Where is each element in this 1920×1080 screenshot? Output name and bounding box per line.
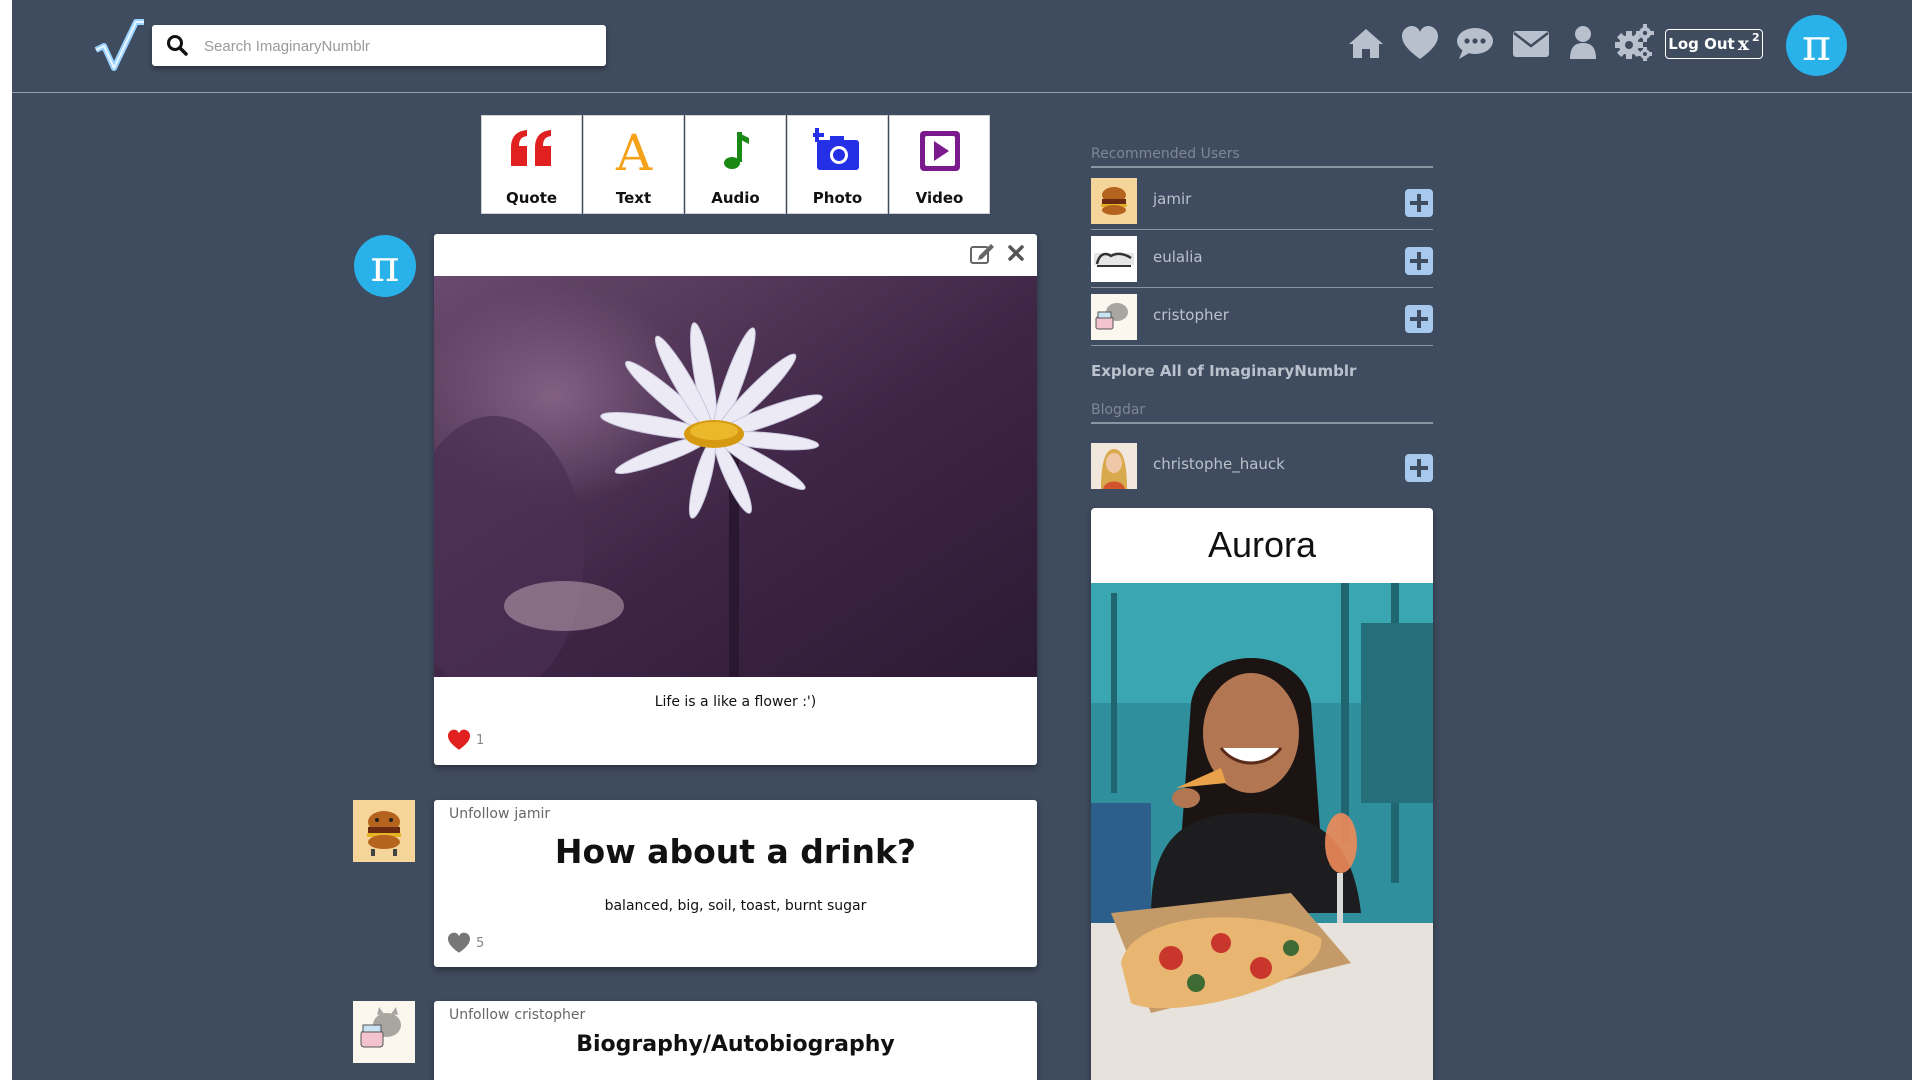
sqrt-logo-icon[interactable] <box>92 18 148 74</box>
christophe-hauck-avatar[interactable] <box>1091 443 1137 489</box>
logout-exponent: 2 <box>1752 30 1760 44</box>
woman-pizza-photo <box>1091 583 1433 1080</box>
like-count: 1 <box>476 732 485 748</box>
cristopher-avatar[interactable] <box>1091 294 1137 340</box>
heart-icon[interactable] <box>1400 23 1440 63</box>
recommended-username[interactable]: eulalia <box>1153 248 1203 266</box>
top-header: Log Out x2 π <box>12 0 1912 93</box>
logout-button[interactable]: Log Out x2 <box>1665 29 1763 59</box>
chat-icon[interactable] <box>1455 23 1495 63</box>
post-caption: Life is a like a flower :') <box>654 694 817 710</box>
music-note-icon <box>723 132 749 169</box>
follow-plus-icon[interactable] <box>1405 454 1433 482</box>
recommended-user-row[interactable]: cristopher <box>1091 288 1433 346</box>
video-play-icon <box>919 131 960 171</box>
quote-icon <box>510 130 551 166</box>
logout-label: Log Out <box>1668 35 1735 53</box>
blogdar-username[interactable]: christophe_hauck <box>1153 455 1285 473</box>
camera-icon <box>812 128 859 170</box>
jamir-avatar[interactable] <box>353 800 415 862</box>
explore-all-link[interactable]: Explore All of ImaginaryNumblr <box>1091 362 1356 380</box>
recommended-user-row[interactable]: eulalia <box>1091 230 1433 288</box>
audio-post-button[interactable]: Audio <box>685 115 786 214</box>
recommended-username[interactable]: cristopher <box>1153 306 1229 324</box>
post-username: jamir <box>514 806 551 822</box>
text-post: Unfollow cristopher Biography/Autobiograp… <box>434 1001 1037 1080</box>
heart-icon[interactable] <box>446 729 472 751</box>
post-title: How about a drink? <box>554 832 917 871</box>
logout-symbol: x <box>1737 33 1750 55</box>
unfollow-label: Unfollow <box>449 806 510 822</box>
unfollow-link[interactable]: Unfollow jamir <box>449 806 550 822</box>
eulalia-avatar[interactable] <box>1091 236 1137 282</box>
search-bar[interactable] <box>152 25 606 66</box>
follow-plus-icon[interactable] <box>1405 305 1433 333</box>
home-icon[interactable] <box>1346 23 1386 63</box>
featured-blog-card[interactable]: Aurora <box>1091 508 1433 1080</box>
post-author-avatar[interactable]: π <box>354 235 416 297</box>
like-count: 5 <box>476 935 485 951</box>
like-control[interactable]: 5 <box>446 932 484 954</box>
avatar-symbol: π <box>370 240 400 292</box>
daisy-photo <box>434 276 1037 677</box>
quote-label: Quote <box>505 189 558 207</box>
close-icon[interactable] <box>1007 244 1025 262</box>
post-title: Biography/Autobiography <box>576 1032 895 1057</box>
video-label: Video <box>915 189 964 207</box>
video-post-button[interactable]: Video <box>889 115 990 214</box>
cristopher-avatar[interactable] <box>353 1001 415 1063</box>
post-username: cristopher <box>514 1007 586 1023</box>
text-post: Unfollow jamir How about a drink? balance… <box>434 800 1037 967</box>
search-input[interactable] <box>202 33 596 59</box>
edit-icon[interactable] <box>969 242 995 266</box>
blogdar-heading: Blogdar <box>1091 402 1433 424</box>
recommended-username[interactable]: jamir <box>1153 190 1191 208</box>
heart-icon[interactable] <box>446 932 472 954</box>
text-label: Text <box>615 189 652 207</box>
unfollow-link[interactable]: Unfollow cristopher <box>449 1007 585 1023</box>
follow-plus-icon[interactable] <box>1405 247 1433 275</box>
quote-post-button[interactable]: Quote <box>481 115 582 214</box>
app-window: Log Out x2 π Quote A Text <box>12 0 1912 1080</box>
follow-plus-icon[interactable] <box>1405 189 1433 217</box>
user-icon[interactable] <box>1563 23 1603 63</box>
text-post-button[interactable]: A Text <box>583 115 684 214</box>
blogdar-user-row[interactable]: christophe_hauck <box>1091 437 1433 494</box>
jamir-avatar[interactable] <box>1091 178 1137 224</box>
post-body: balanced, big, soil, toast, burnt sugar <box>604 898 867 914</box>
featured-blog-title: Aurora <box>1207 524 1317 565</box>
photo-post: Life is a like a flower :') 1 <box>434 234 1037 765</box>
recommended-user-row[interactable]: jamir <box>1091 172 1433 230</box>
profile-avatar[interactable]: π <box>1786 15 1847 76</box>
post-type-toolbar: Quote A Text Audio Photo Video <box>481 115 990 214</box>
avatar-symbol: π <box>1802 20 1831 71</box>
photo-post-button[interactable]: Photo <box>787 115 888 214</box>
post-toolbar <box>434 234 1037 276</box>
audio-label: Audio <box>711 189 760 207</box>
search-icon <box>167 35 188 56</box>
svg-text:A: A <box>614 126 652 176</box>
photo-label: Photo <box>812 189 863 207</box>
like-control[interactable]: 1 <box>446 729 484 751</box>
gear-icon[interactable] <box>1614 23 1654 63</box>
unfollow-label: Unfollow <box>449 1007 510 1023</box>
text-icon: A <box>614 126 652 176</box>
recommended-heading: Recommended Users <box>1091 146 1433 168</box>
mail-icon[interactable] <box>1511 23 1551 63</box>
